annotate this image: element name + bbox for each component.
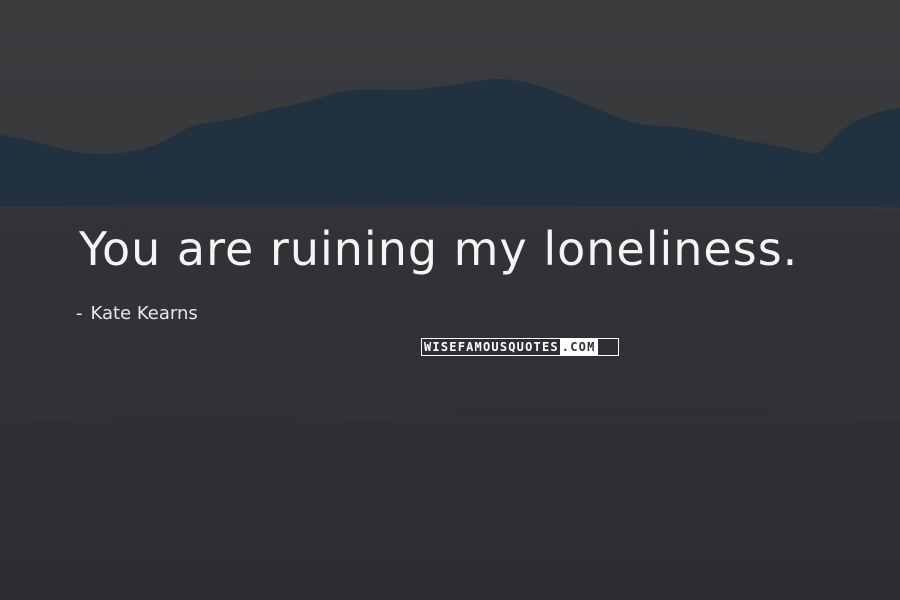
author-attribution: - Kate Kearns bbox=[76, 305, 198, 323]
watermark-suffix: .COM bbox=[559, 339, 598, 355]
quote-text: You are ruining my loneliness. bbox=[79, 222, 799, 276]
author-dash: - bbox=[76, 303, 83, 324]
quote-card: You are ruining my loneliness. - Kate Ke… bbox=[0, 0, 900, 600]
watermark-main: WISEFAMOUSQUOTES bbox=[424, 340, 559, 354]
background-landscape bbox=[0, 0, 900, 600]
site-watermark: WISEFAMOUSQUOTES .COM bbox=[421, 338, 619, 356]
author-name: Kate Kearns bbox=[90, 303, 198, 324]
